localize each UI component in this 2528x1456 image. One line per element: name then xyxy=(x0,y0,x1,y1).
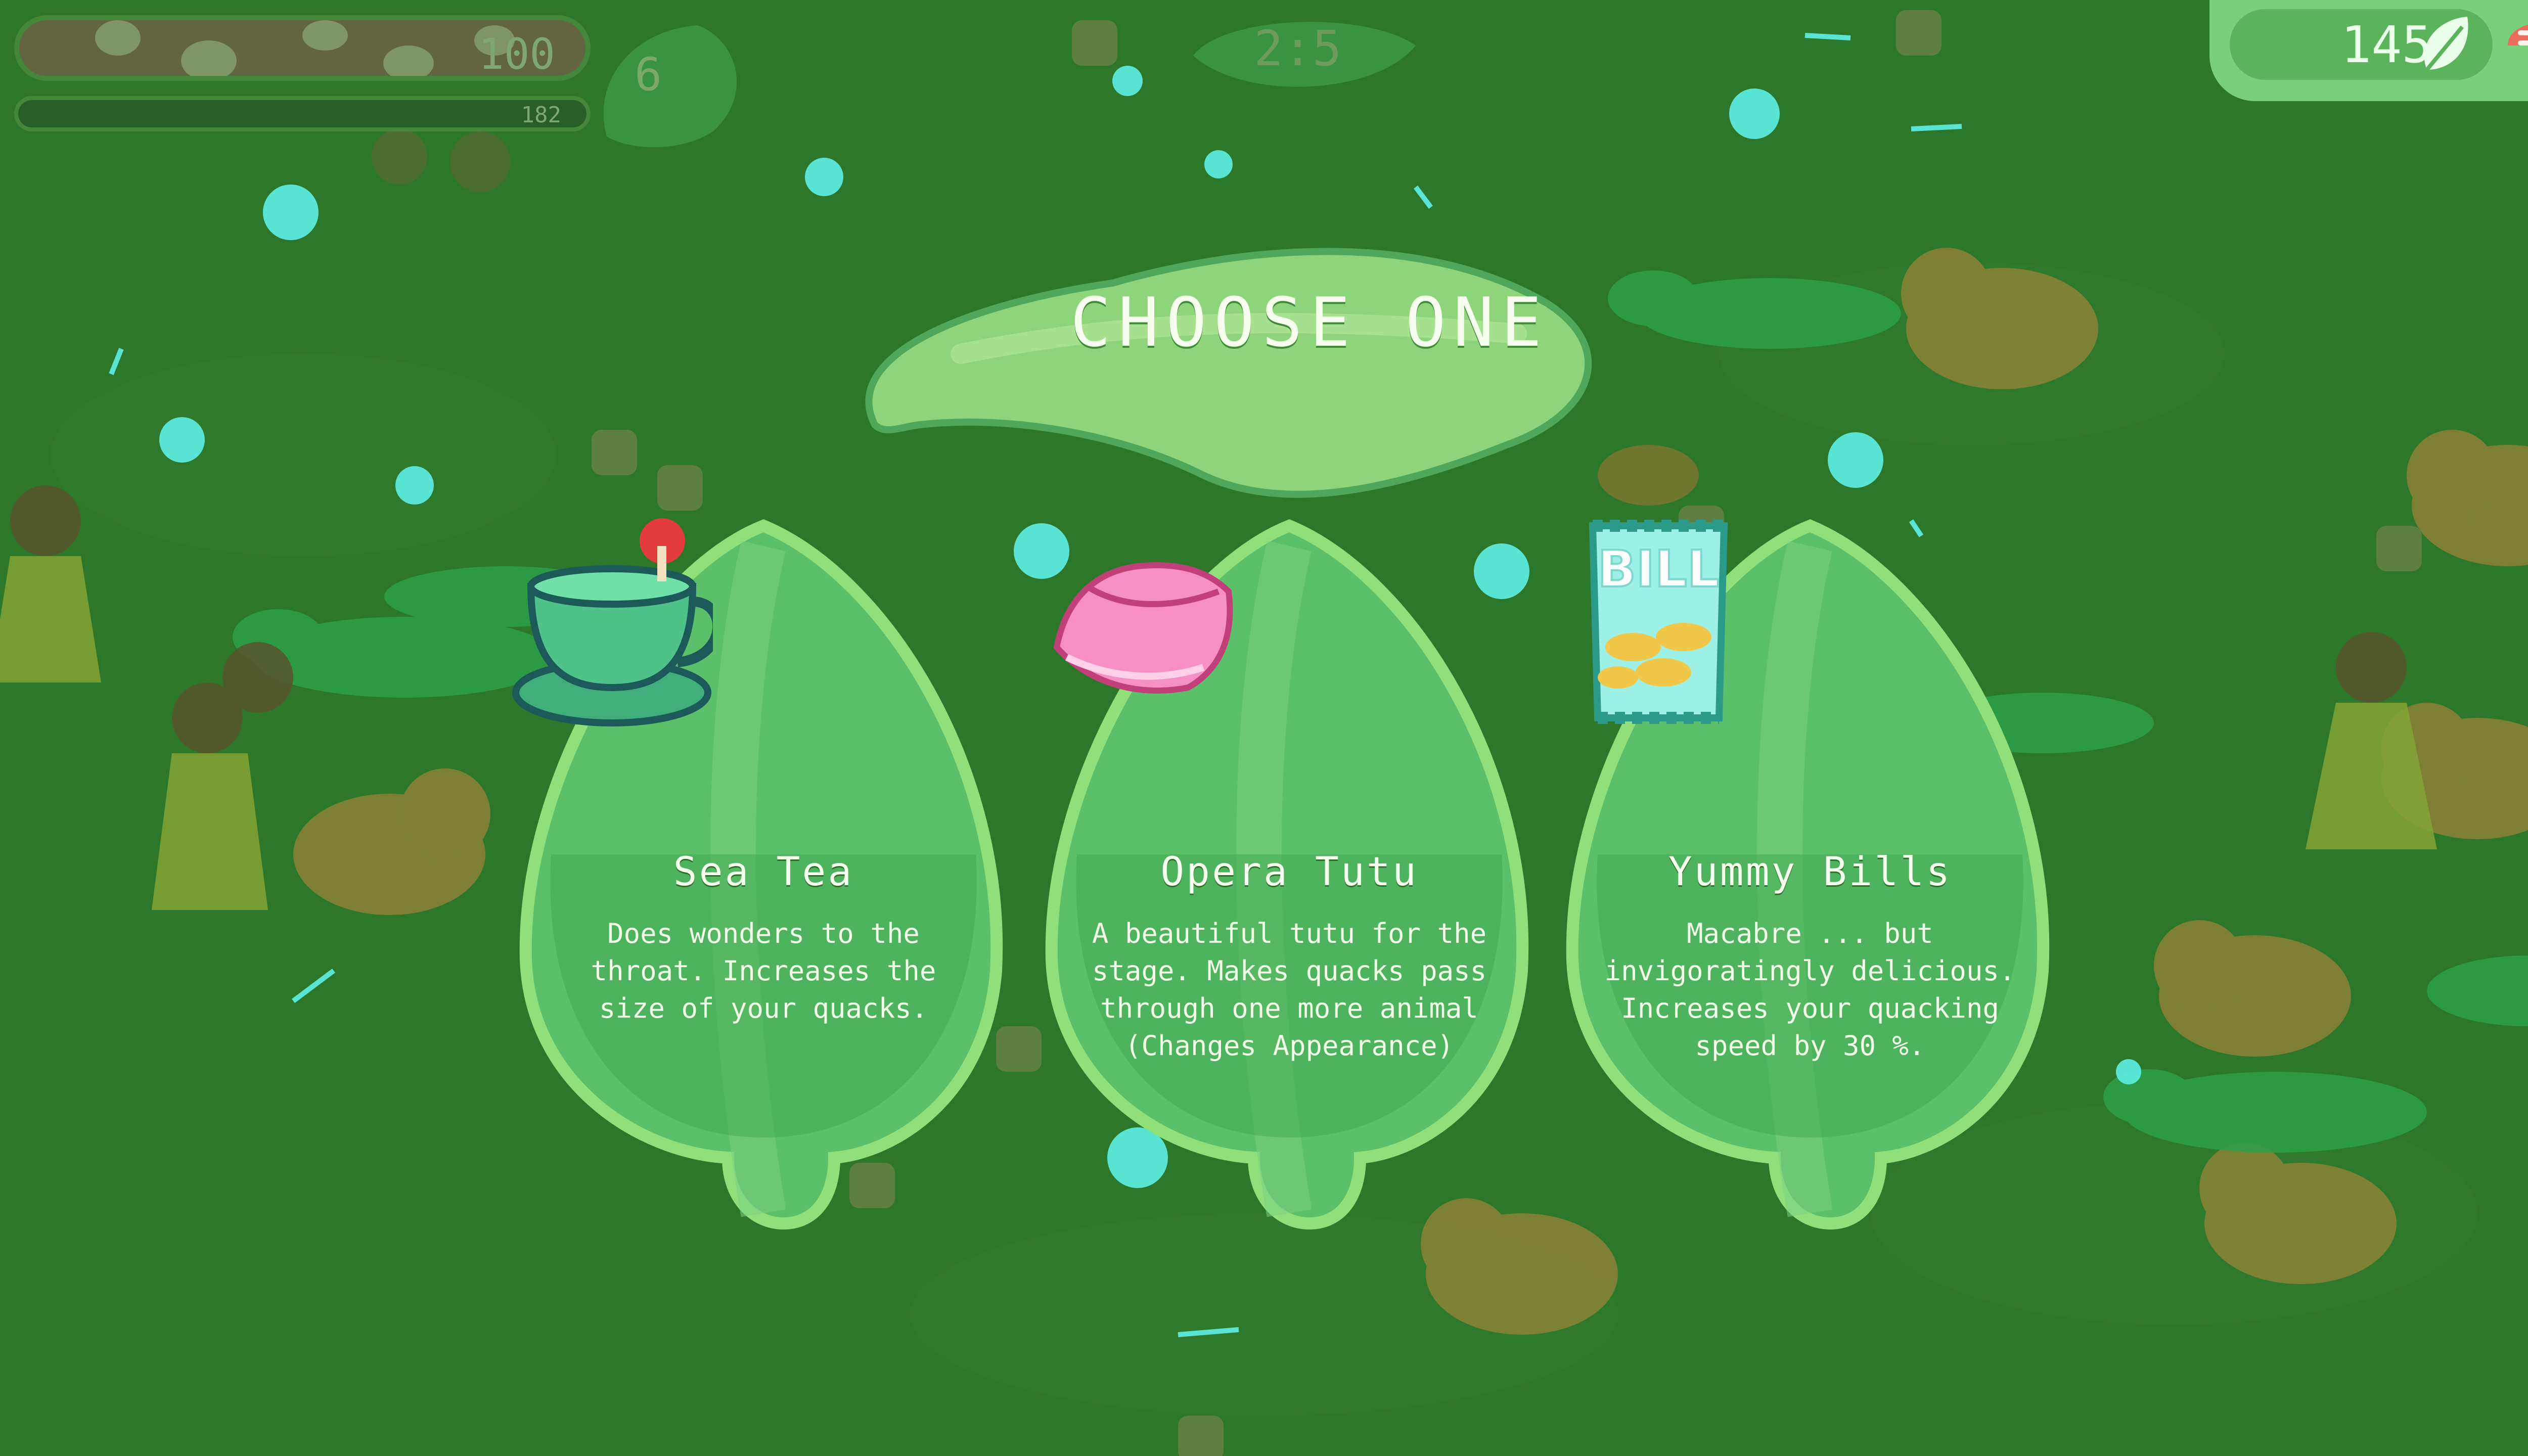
choice-name: Sea Tea xyxy=(673,849,854,895)
experience-bar: 182 xyxy=(14,96,591,131)
leaf-icon xyxy=(2424,17,2468,71)
choice-card-yummy-bills[interactable]: BILL Yummy Bills Macabre ... but invigor… xyxy=(1557,516,2063,1234)
chip-bag-icon: BILL xyxy=(1589,520,1728,724)
choice-description: Macabre ... but invigoratingly delicious… xyxy=(1604,918,2016,1062)
health-bar: 100 xyxy=(14,15,591,81)
chip-bag-label: BILL xyxy=(1598,539,1720,599)
choice-name: Opera Tutu xyxy=(1160,849,1418,895)
teacup-icon xyxy=(512,518,713,726)
tutu-icon xyxy=(1053,562,1233,694)
choice-description: A beautiful tutu for the stage. Makes qu… xyxy=(1092,918,1487,1062)
level-value: 6 xyxy=(635,48,662,101)
timer-value: 2:5 xyxy=(1254,20,1342,77)
choice-card-opera-tutu[interactable]: Opera Tutu A beautiful tutu for the stag… xyxy=(1036,516,1542,1234)
experience-value: 182 xyxy=(521,102,561,128)
dialog-title: CHOOSE ONE xyxy=(1070,283,1549,362)
choice-name: Yummy Bills xyxy=(1668,849,1952,895)
level-leaf-icon xyxy=(603,25,737,148)
choice-description: Does wonders to the throat. Increases th… xyxy=(591,918,936,1024)
mushroom-menu-icon[interactable] xyxy=(2503,5,2528,86)
health-value: 100 xyxy=(478,29,555,79)
choice-card-sea-tea[interactable]: Sea Tea Does wonders to the throat. Incr… xyxy=(511,516,1016,1234)
